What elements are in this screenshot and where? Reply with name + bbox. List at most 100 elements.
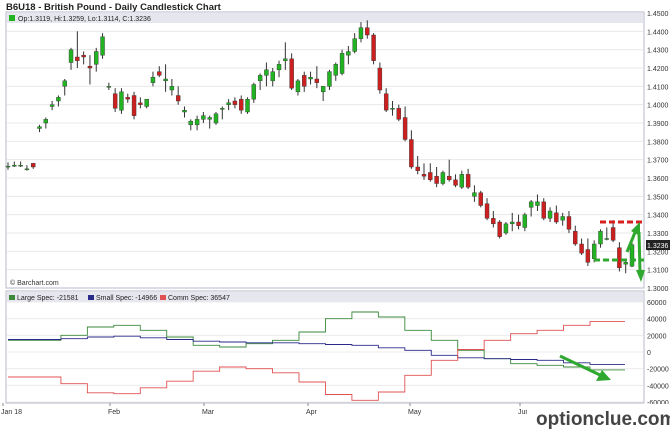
candle-body [201, 115, 206, 120]
cot-legend-label: Comm Spec: 36547 [168, 295, 230, 302]
time-tick-label: Apr [306, 409, 318, 416]
candle-body [421, 174, 427, 177]
candle-body [535, 201, 540, 206]
cot-tick-label: -20000 [647, 367, 669, 374]
candle-body [491, 218, 496, 225]
candle-body [302, 75, 307, 87]
candle-body [264, 69, 269, 76]
candle [289, 53, 294, 90]
candle-body [459, 174, 465, 188]
candle-body [182, 109, 187, 113]
candle-body [163, 78, 168, 82]
candle-body [68, 49, 74, 63]
time-tick-label: Jan 18 [1, 409, 22, 416]
candle-body [339, 53, 345, 74]
time-tick-label: Mar [202, 409, 215, 416]
candle-body [207, 117, 212, 120]
candle-body [125, 97, 130, 100]
price-tick-label: 1.4200 [647, 66, 669, 73]
candle-body [371, 34, 376, 61]
time-tick-label: May [408, 409, 422, 416]
cot-tick-label: -40000 [647, 383, 669, 390]
price-axis-ticks: 1.4500 1.4400 1.4300 1.4200 1.4100 1.4000 1.39… [647, 11, 669, 293]
candle-body [484, 203, 490, 219]
candle-body [352, 38, 357, 52]
price-tick-label: 1.3500 [647, 194, 669, 201]
candle-body [106, 86, 112, 88]
candle-body [623, 262, 628, 265]
candle-body [402, 117, 408, 140]
price-tick-label: 1.4000 [647, 103, 669, 110]
candle-body [434, 175, 439, 184]
cot-tick-label: 0 [647, 350, 651, 357]
candle [503, 222, 509, 235]
candle-body [478, 192, 483, 206]
candle-body [591, 243, 597, 259]
candle-body [24, 168, 30, 171]
candle-body [31, 163, 36, 168]
candle-body [239, 98, 244, 111]
candle-body [465, 174, 471, 188]
candle-body [100, 36, 105, 56]
candle-body [447, 175, 452, 181]
candle-body [43, 119, 49, 124]
watermark-text: optionclue.com [536, 409, 670, 430]
ohlc-legend-swatch [9, 15, 15, 21]
cot-tick-label: 40000 [647, 317, 667, 324]
candle [478, 190, 483, 208]
candle-body [472, 192, 477, 197]
candle [371, 33, 376, 65]
candle-body [516, 221, 521, 226]
candle-body [346, 51, 351, 56]
candle-body [94, 51, 99, 65]
candle-body [251, 84, 257, 100]
candle-body [333, 64, 338, 76]
candle [131, 91, 137, 120]
candle-body [320, 86, 326, 93]
candle-body [12, 164, 17, 167]
candle-body [5, 165, 11, 168]
chart-title: B6U18 - British Pound - Daily Candlestic… [6, 2, 222, 13]
candle-body [396, 108, 401, 120]
candle-body [497, 221, 502, 237]
cot-legend-label: Large Spec: -21581 [17, 295, 79, 302]
candle-body [522, 214, 528, 228]
candle-body [377, 67, 383, 91]
price-tick-label: 1.3300 [647, 231, 669, 238]
watermark: optionclue.com [527, 404, 670, 431]
cot-panel-frame [5, 290, 645, 404]
price-tick-label: 1.4500 [647, 11, 669, 18]
candle-body [629, 244, 635, 267]
candle-body [358, 27, 364, 39]
candle-body [503, 223, 509, 234]
candle-body [604, 238, 609, 240]
candle-body [150, 76, 156, 83]
candle-body [232, 100, 238, 105]
candle-body [81, 54, 86, 58]
candle [213, 112, 219, 125]
candle-body [327, 71, 332, 87]
candle-body [175, 95, 181, 102]
candle [119, 88, 124, 114]
candle-body [87, 65, 93, 69]
price-tick-label: 1.3900 [647, 121, 669, 128]
cot-legend-swatch [88, 295, 94, 300]
time-tick-label: Feb [108, 409, 120, 416]
candle-body [75, 56, 80, 61]
price-tick-label: 1.3100 [647, 268, 669, 275]
candle-body [554, 212, 559, 223]
candle-body [220, 108, 225, 110]
candle-body [119, 91, 124, 111]
price-tick-label: 1.3600 [647, 176, 669, 183]
candle-body [112, 93, 118, 109]
candle-body [453, 179, 458, 186]
candle-body [598, 230, 603, 245]
candle-body [617, 247, 622, 269]
candle-body [144, 98, 149, 107]
candle-body [415, 166, 420, 171]
candle-body [56, 97, 61, 102]
candle-body [226, 102, 231, 105]
candle-body [528, 201, 534, 208]
candle-body [566, 216, 572, 230]
candle-body [18, 164, 23, 167]
